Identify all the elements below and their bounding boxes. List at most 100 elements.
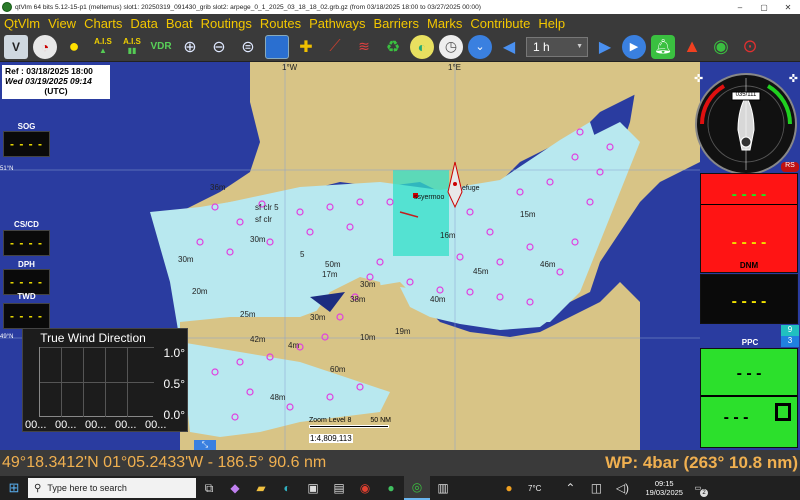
notification-count: 2 [699, 489, 708, 497]
reference-box: Ref : 03/18/2025 18:00 Wed 03/19/2025 09… [2, 65, 110, 99]
cs-cd-value: - - - - [10, 236, 43, 250]
weather-icon[interactable]: ● [496, 476, 522, 500]
chevron-down-icon: ▼ [576, 43, 583, 50]
store-icon[interactable]: ▣ [300, 476, 326, 500]
menu-data[interactable]: Data [130, 16, 157, 31]
x-tick-4: 00... [115, 419, 137, 431]
depth-40m: 40m [430, 295, 446, 304]
menu-boat[interactable]: Boat [166, 16, 193, 31]
barrier-icon[interactable]: ⟋ [323, 35, 347, 59]
menu-contribute[interactable]: Contribute [470, 16, 530, 31]
zoom-level: Zoom Level 8 [309, 417, 352, 424]
app-icon-3[interactable]: ▥ [430, 476, 456, 500]
ais-button-2[interactable]: A.I.S ▮▮ [120, 35, 144, 59]
dnm-panel[interactable]: - - - - [700, 274, 798, 324]
cs-cd-display[interactable]: - - - - [3, 230, 50, 256]
task-view-icon[interactable]: ⧉ [196, 476, 222, 500]
taskbar-clock[interactable]: 09:15 19/03/2025 [645, 479, 683, 497]
lifebuoy-icon[interactable]: ⊙ [738, 35, 762, 59]
zoom-out-icon[interactable]: ⊖ [207, 35, 231, 59]
copilot-icon[interactable]: ◆ [222, 476, 248, 500]
menu-qtvlm[interactable]: QtVlm [4, 16, 40, 31]
instrument-panel-red[interactable]: - - - - - - - - DNM [700, 173, 798, 273]
ref-time: Ref : 03/18/2025 18:00 [5, 66, 93, 76]
down-arrow-icon[interactable]: ⌄ [468, 34, 492, 59]
menu-marks[interactable]: Marks [427, 16, 462, 31]
menu-pathways[interactable]: Pathways [309, 16, 365, 31]
label-sf-clr-5: sf clr 5 [255, 203, 279, 212]
compass-corner-icon[interactable]: ✜ [694, 72, 703, 85]
maximize-button[interactable]: ▢ [752, 3, 776, 12]
recycle-icon[interactable]: ♻ [381, 35, 405, 59]
target-icon[interactable]: ◉ [709, 35, 733, 59]
depth-46m: 46m [540, 260, 556, 269]
boat-marker-icon[interactable]: ✚ [294, 35, 318, 59]
ais-antenna-icon: ▲ [99, 46, 107, 55]
qtvlm-taskbar-icon[interactable]: ◎ [404, 476, 430, 500]
compass-widget[interactable]: 035/111 ✜ ✜ [694, 70, 800, 176]
ppc-panel[interactable]: - - - - - - [700, 348, 798, 448]
step-forward-icon[interactable]: ▶ [593, 35, 617, 59]
close-button[interactable]: ✕ [776, 3, 800, 12]
menu-routes[interactable]: Routes [260, 16, 301, 31]
app-icon-2[interactable]: ● [378, 476, 404, 500]
search-icon: ⚲ [34, 482, 42, 494]
tray-chevron-icon[interactable]: ⌃ [557, 476, 583, 500]
current-date: Wed 03/19/2025 09:14 [5, 76, 92, 86]
clock-icon[interactable]: ◷ [439, 34, 463, 59]
status-bar: 49°18.3412'N 01°05.2433'W - 186.5° 90.6 … [0, 450, 800, 476]
badge-9: 9 [781, 325, 799, 336]
menu-charts[interactable]: Charts [84, 16, 122, 31]
volume-icon[interactable]: ◁) [609, 476, 635, 500]
gridline-h2 [40, 382, 154, 383]
depth-30m-d: 30m [310, 313, 326, 322]
menu-routings[interactable]: Routings [201, 16, 252, 31]
zoom-in-icon[interactable]: ⊕ [178, 35, 202, 59]
zoom-fit-icon[interactable]: ⊜ [236, 35, 260, 59]
dph-label: DPH [18, 260, 35, 269]
depth-25m: 25m [240, 310, 256, 319]
menu-help[interactable]: Help [538, 16, 565, 31]
weather-map-icon[interactable]: ◐ [410, 34, 434, 59]
ppc-label: PPC [741, 338, 759, 347]
ppc-row-2: - - - [701, 409, 771, 427]
file-explorer-icon[interactable]: ▰ [248, 476, 274, 500]
depth-19m: 19m [395, 327, 411, 336]
depth-20m-a: 20m [192, 287, 208, 296]
vdr-button[interactable]: VDR [149, 35, 173, 59]
red-row-1-dashes: - - - - [731, 186, 767, 203]
play-icon[interactable]: ▶ [622, 34, 646, 59]
route-vector-icon[interactable]: V [4, 34, 28, 59]
windsock-icon[interactable]: ≋ [352, 35, 376, 59]
step-back-icon[interactable]: ◀ [497, 35, 521, 59]
network-icon[interactable]: ◫ [583, 476, 609, 500]
ppc-square-icon [775, 403, 791, 421]
red-row-2: - - - - [701, 234, 797, 252]
menu-barriers[interactable]: Barriers [373, 16, 419, 31]
twd-display[interactable]: - - - - [3, 303, 50, 329]
ppc-row-1-dashes: - - - [736, 365, 762, 382]
time-step-select[interactable]: 1 h ▼ [526, 36, 588, 57]
windows-start-icon[interactable]: ⊞ [0, 476, 28, 500]
menu-view[interactable]: View [48, 16, 76, 31]
warning-icon[interactable]: ▲ [680, 35, 704, 59]
edge-icon[interactable]: ◐ [274, 476, 300, 500]
expand-icon[interactable]: ⤡ [194, 440, 216, 450]
clock-gauge-icon[interactable]: ◔ [33, 34, 57, 59]
chrome-icon[interactable]: ◉ [352, 476, 378, 500]
scale-bar [309, 425, 389, 428]
lightbulb-icon[interactable]: ● [62, 35, 86, 59]
gridline-h1 [40, 347, 154, 348]
taskbar-search[interactable]: ⚲ Type here to search [28, 478, 196, 498]
select-area-icon[interactable] [265, 34, 289, 59]
depth-15m: 15m [520, 210, 536, 219]
ais-button-1[interactable]: A.I.S ▲ [91, 35, 115, 59]
minimize-button[interactable]: – [728, 3, 752, 12]
boat-name-label: ssyermoo [414, 194, 444, 201]
sog-display[interactable]: - - - - [3, 131, 50, 157]
app-icon-1[interactable]: ▤ [326, 476, 352, 500]
wind-chart-title: True Wind Direction [40, 331, 146, 345]
compass-settings-icon[interactable]: ✜ [789, 72, 798, 85]
alarm-bell-icon[interactable]: 🔔︎ [651, 34, 675, 59]
notification-icon[interactable]: ▭ 2 [691, 481, 708, 497]
